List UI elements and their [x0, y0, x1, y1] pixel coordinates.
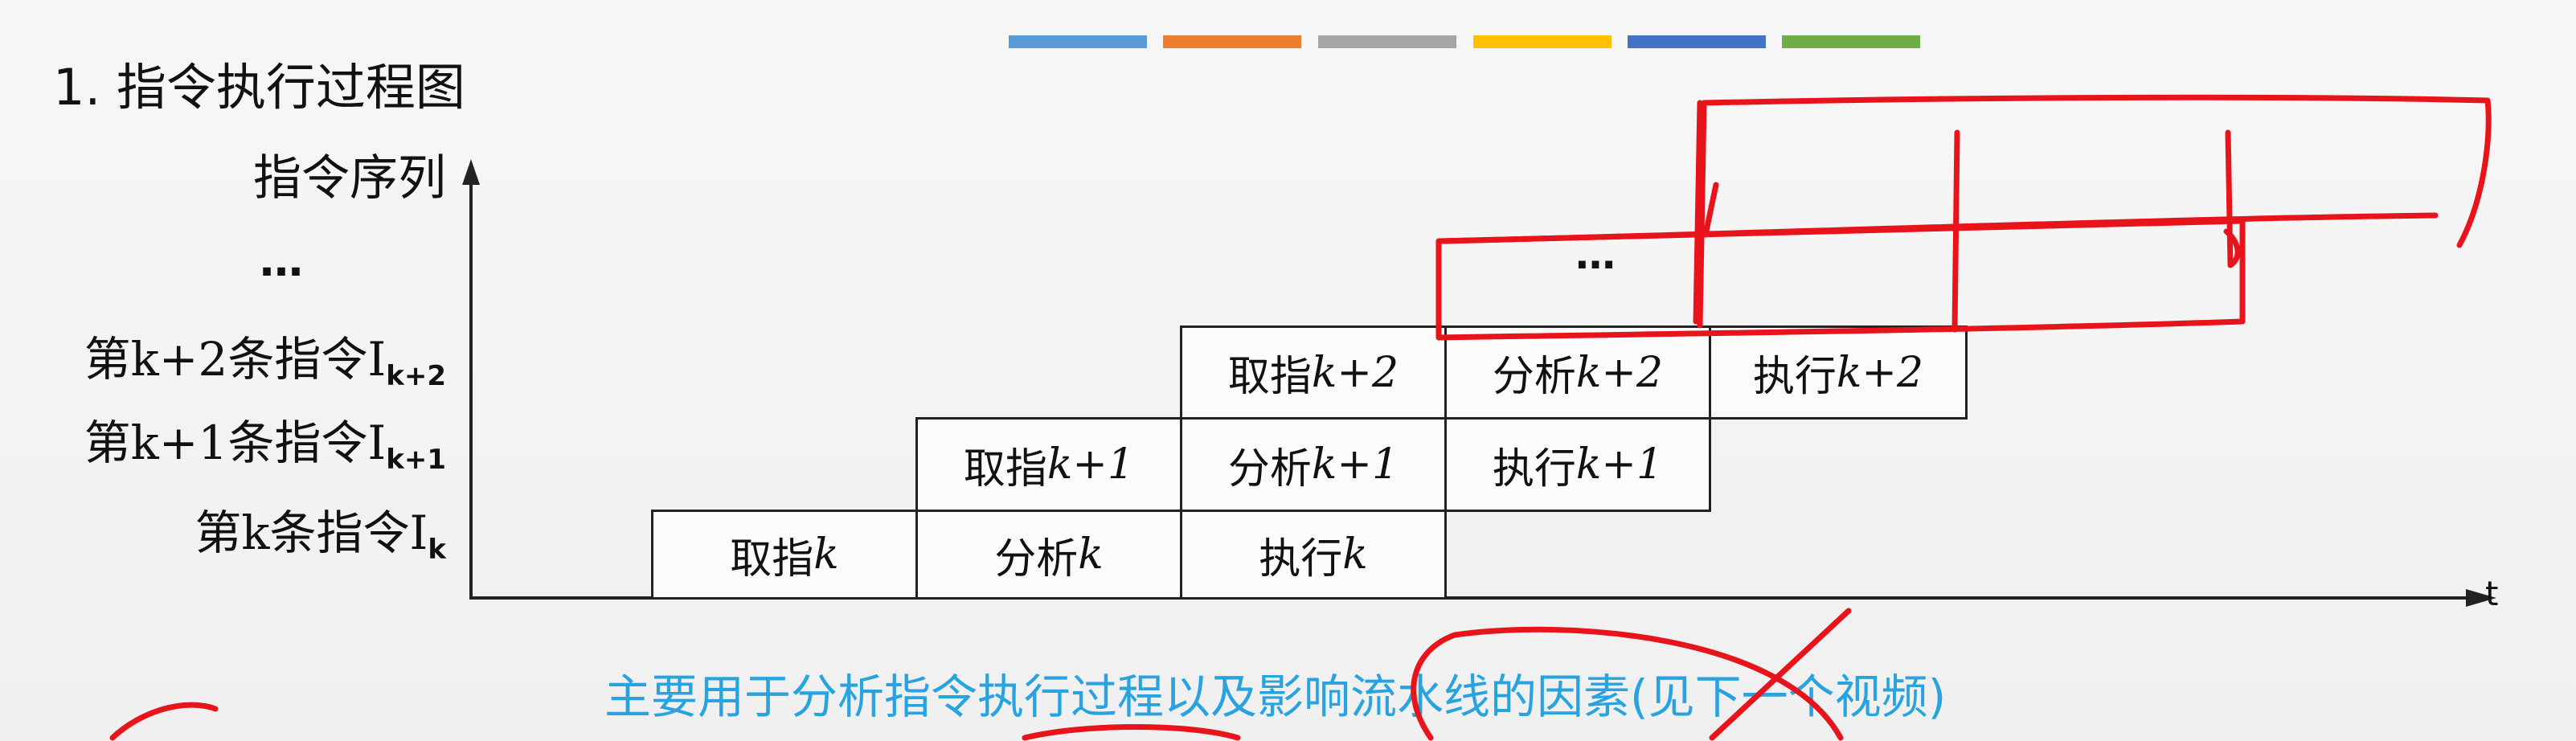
cell-fetch-k1-index: k+1 — [1046, 440, 1135, 489]
ink-box-row-k4 — [1693, 94, 2492, 329]
color-bar-blue — [1009, 35, 1147, 48]
ink-divider-2 — [2223, 129, 2241, 268]
cell-exec-k1: 执行 k+1 — [1444, 417, 1711, 512]
row-ellipsis: … — [260, 235, 303, 286]
cell-exec-k2: 执行 k+2 — [1709, 325, 1968, 420]
row-label-k-subscript: k — [428, 534, 446, 566]
row-label-k2-subscript: k+2 — [386, 360, 446, 392]
cell-exec-k1-index: k+1 — [1575, 440, 1664, 489]
y-axis-label: 指令序列 — [253, 150, 446, 207]
color-bar-yellow — [1473, 35, 1612, 48]
color-bar-gray — [1318, 35, 1456, 48]
cell-exec-k-index: k — [1342, 530, 1368, 579]
y-axis-arrowhead — [462, 159, 480, 185]
cell-analyze-k-text: 分析 — [994, 534, 1079, 583]
cell-fetch-k2-index: k+2 — [1311, 348, 1399, 397]
cell-fetch-k-text: 取指 — [730, 534, 814, 583]
color-bar-darkblue — [1628, 35, 1766, 48]
slide: 1. 指令执行过程图 指令序列 … 第k+2条指令Ik+2 第k+1条指令Ik+… — [0, 0, 2576, 741]
row-label-k1-main: 第k+1条指令I — [84, 416, 387, 470]
cell-fetch-k2-text: 取指 — [1227, 353, 1312, 401]
caption-note: 主要用于分析指令执行过程以及影响流水线的因素(见下一个视频) — [604, 669, 1947, 724]
cell-analyze-k1: 分析 k+1 — [1180, 417, 1447, 512]
cell-fetch-k1: 取指 k+1 — [915, 417, 1182, 512]
cell-exec-k-text: 执行 — [1259, 534, 1343, 583]
cell-exec-k2-text: 执行 — [1752, 353, 1837, 401]
cell-exec-k: 执行 k — [1180, 510, 1447, 600]
row-label-k2: 第k+2条指令Ik+2 — [84, 336, 446, 390]
cell-exec-k1-text: 执行 — [1492, 444, 1576, 493]
slide-title: 1. 指令执行过程图 — [53, 58, 465, 117]
cell-analyze-k1-index: k+1 — [1311, 440, 1399, 489]
cell-analyze-k2-text: 分析 — [1492, 353, 1576, 401]
pipeline-ellipsis: … — [1575, 231, 1616, 278]
y-axis-line — [469, 178, 473, 600]
row-label-k2-main: 第k+2条指令I — [84, 332, 387, 387]
cell-fetch-k-index: k — [813, 530, 839, 579]
cell-analyze-k2: 分析 k+2 — [1444, 325, 1711, 420]
x-axis-label: t — [2485, 574, 2499, 613]
row-label-k: 第k条指令Ik — [195, 510, 446, 563]
row-label-k1-subscript: k+1 — [386, 444, 446, 476]
row-label-k1: 第k+1条指令Ik+1 — [84, 420, 446, 473]
cell-fetch-k: 取指 k — [651, 510, 918, 600]
cell-analyze-k1-text: 分析 — [1227, 444, 1312, 493]
row-label-k-main: 第k条指令I — [195, 506, 428, 560]
cell-exec-k2-index: k+2 — [1836, 348, 1924, 397]
cell-fetch-k1-text: 取指 — [963, 444, 1047, 493]
ink-box-row-k3 — [1435, 218, 2246, 341]
color-bar-green — [1782, 35, 1920, 48]
cell-analyze-k2-index: k+2 — [1575, 348, 1664, 397]
cell-analyze-k-index: k — [1078, 530, 1104, 579]
cell-analyze-k: 分析 k — [915, 510, 1182, 600]
color-bar-orange — [1163, 35, 1301, 48]
ink-curve-bottom-left — [109, 702, 219, 741]
ink-curve-bottom-mid — [1022, 724, 1241, 741]
ink-divider-1 — [1951, 129, 1960, 333]
cell-fetch-k2: 取指 k+2 — [1180, 325, 1447, 420]
color-bar-strip — [1009, 35, 1925, 48]
ink-tick-1 — [1702, 182, 1719, 238]
